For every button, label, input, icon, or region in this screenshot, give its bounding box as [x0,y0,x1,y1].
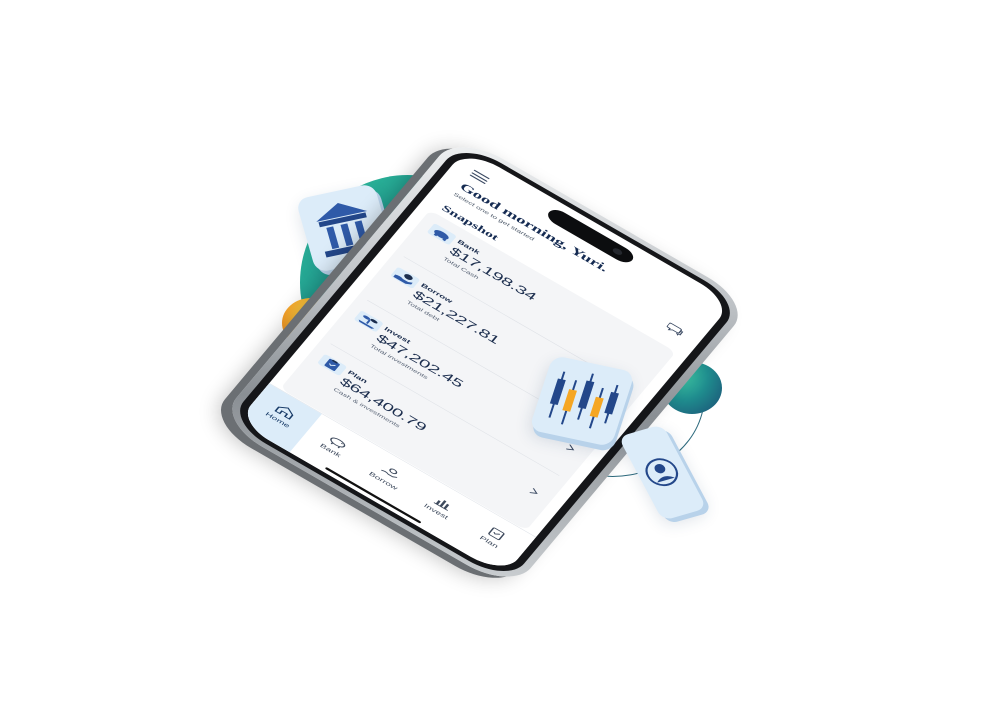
clipboard-icon [317,354,348,377]
chevron-right-icon[interactable] [564,443,578,454]
chevron-right-icon[interactable] [527,486,541,497]
hamburger-menu-icon[interactable] [469,169,490,185]
growth-plant-icon [353,310,384,333]
piggy-bank-icon [427,223,458,246]
chat-bubbles-icon[interactable] [665,322,686,338]
hero-scene: Good morning, Yuri. Select one to get st… [0,0,1000,713]
hand-coin-icon [390,267,421,290]
